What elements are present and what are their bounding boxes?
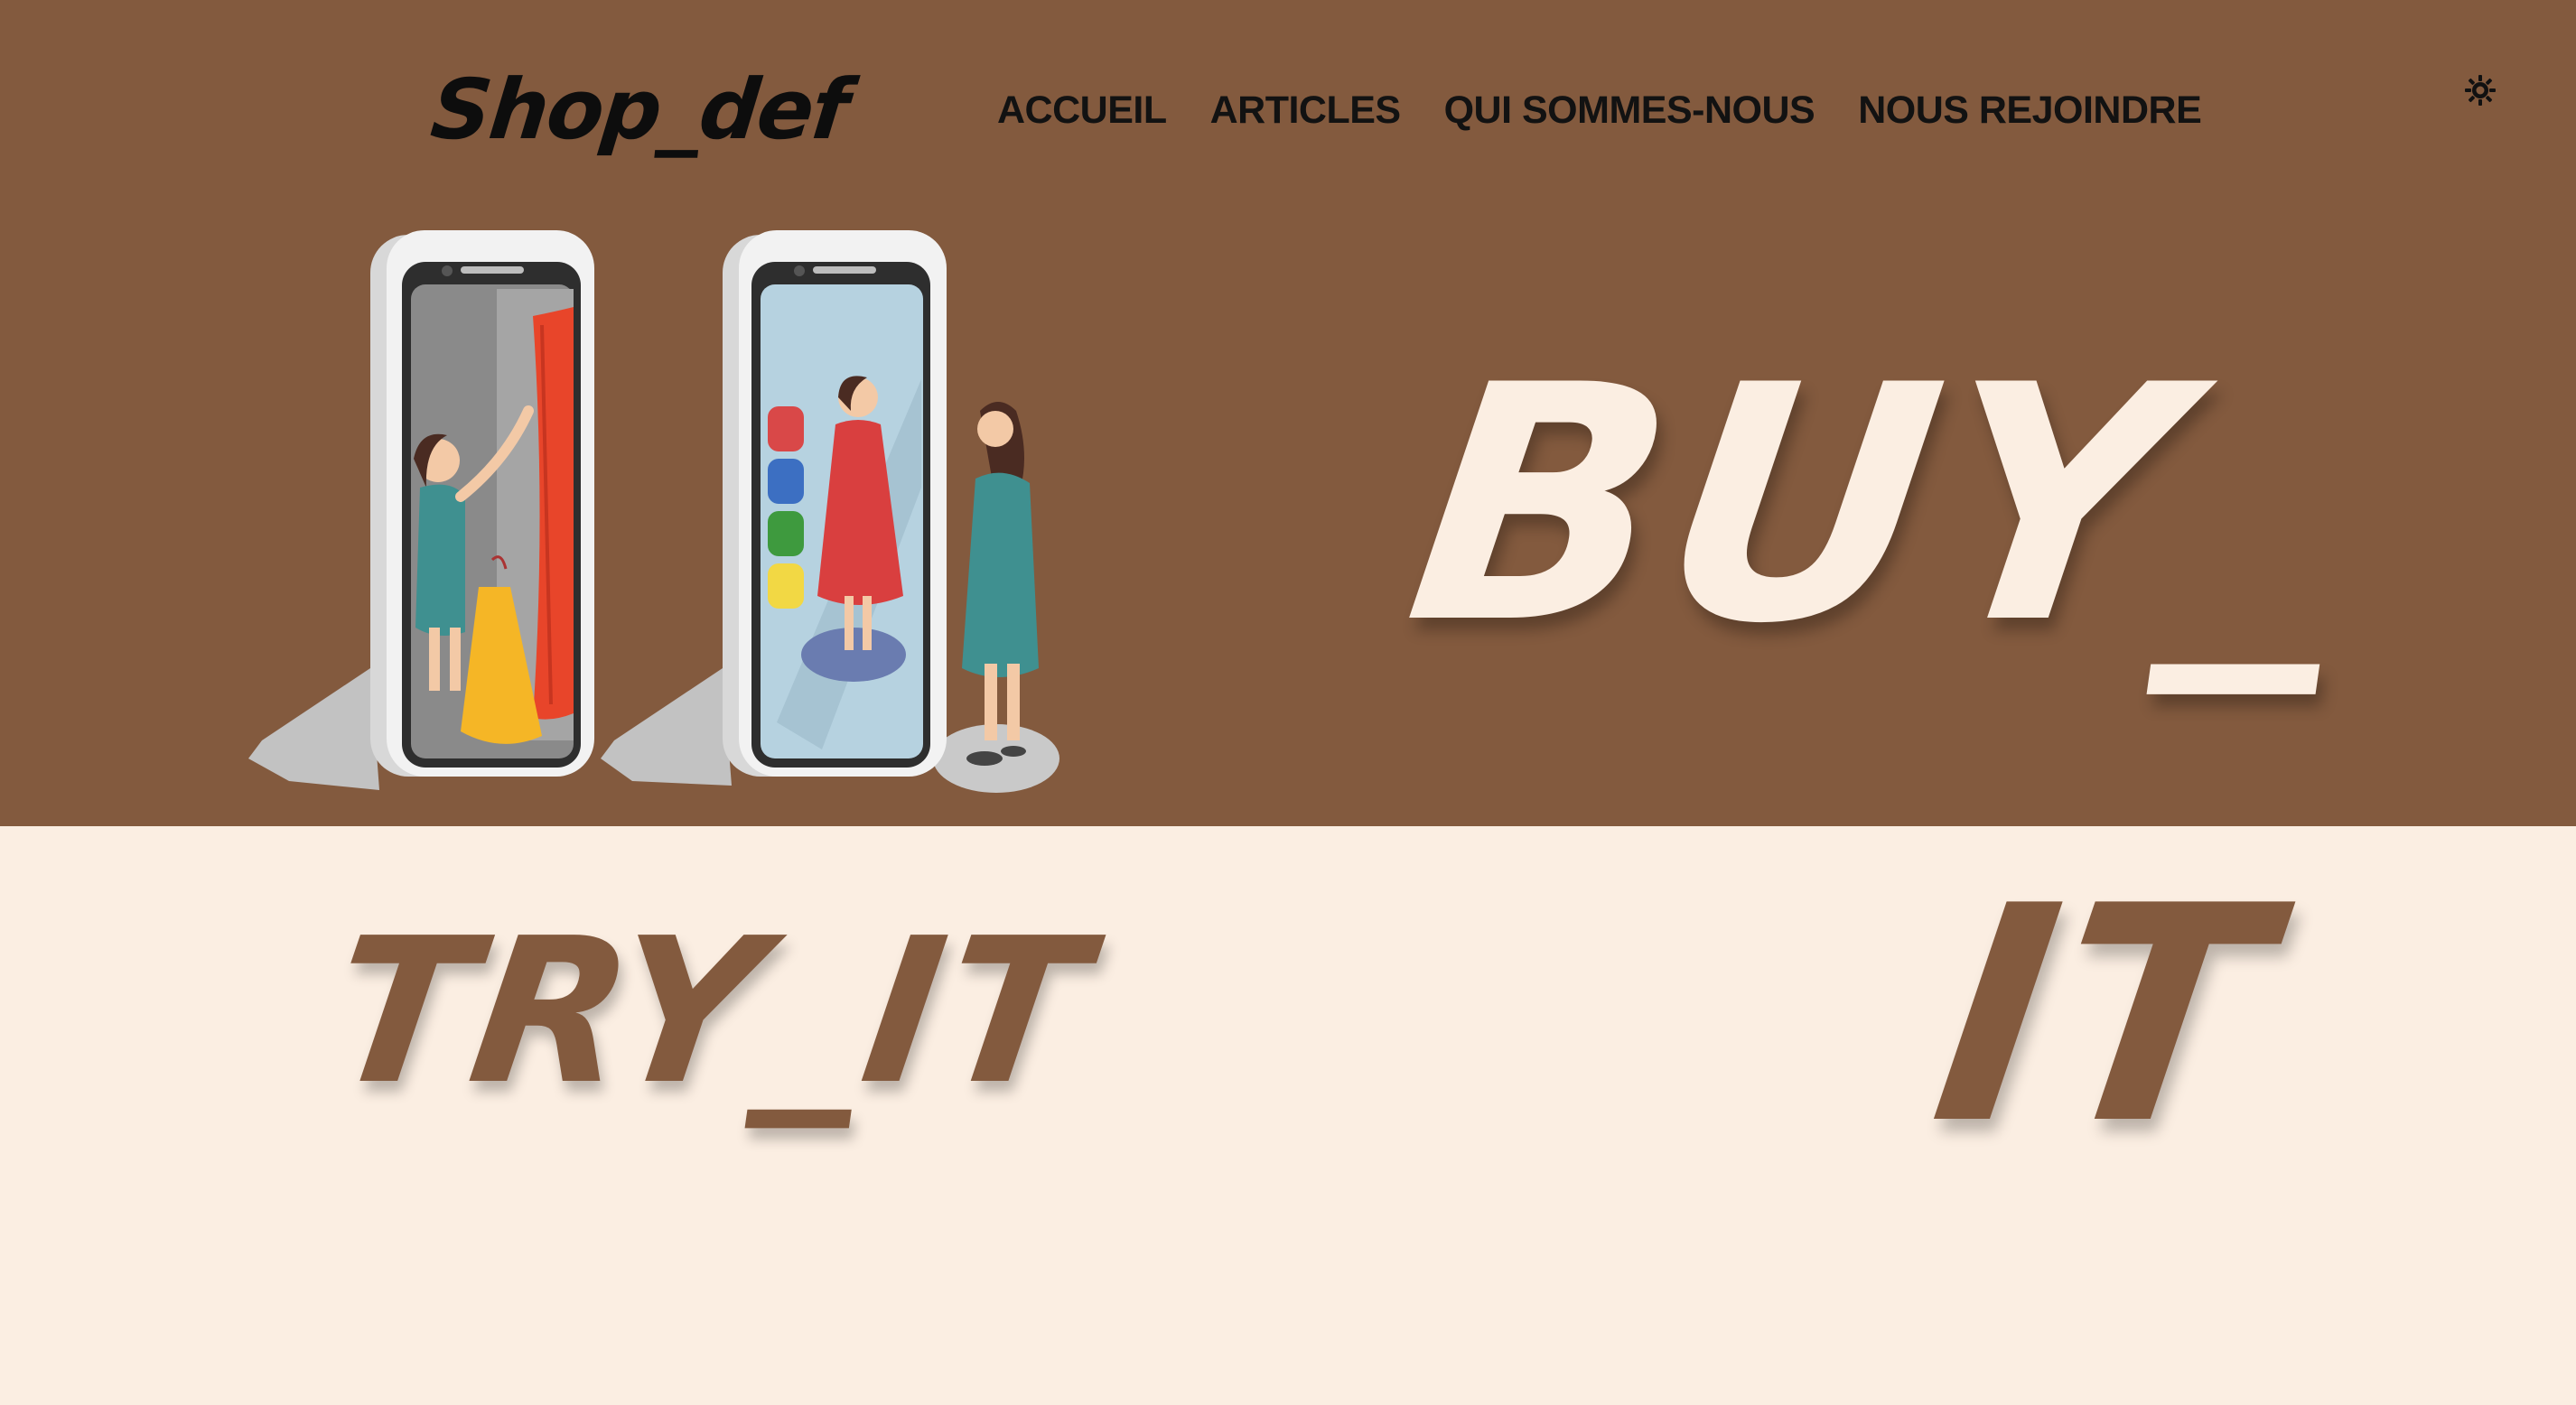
- hero-banner: Shop_def ACCUEIL ARTICLES QUI SOMMES-NOU…: [0, 0, 2576, 826]
- virtual-fitting-illustration: [248, 230, 1059, 793]
- site-logo[interactable]: Shop_def: [426, 61, 851, 158]
- nav-item-qui-sommes-nous[interactable]: QUI SOMMES-NOUS: [1444, 88, 1815, 133]
- nav-item-accueil[interactable]: ACCUEIL: [997, 88, 1167, 133]
- phone-right-icon: [723, 230, 947, 777]
- standing-woman-icon: [962, 402, 1039, 766]
- nav-item-nous-rejoindre[interactable]: NOUS REJOINDRE: [1858, 88, 2202, 133]
- sun-icon: [2465, 75, 2496, 106]
- phone-left-icon: [370, 230, 594, 777]
- theme-toggle-button[interactable]: [2462, 72, 2498, 108]
- main-nav: ACCUEIL ARTICLES QUI SOMMES-NOUS NOUS RE…: [997, 88, 2202, 133]
- nav-item-articles[interactable]: ARTICLES: [1210, 88, 1402, 133]
- hero-headline-buy: BUY_: [1391, 316, 2369, 694]
- hero-headline-it: IT: [1918, 842, 2288, 1189]
- hero-headline-try-it: TRY_IT: [317, 896, 1102, 1129]
